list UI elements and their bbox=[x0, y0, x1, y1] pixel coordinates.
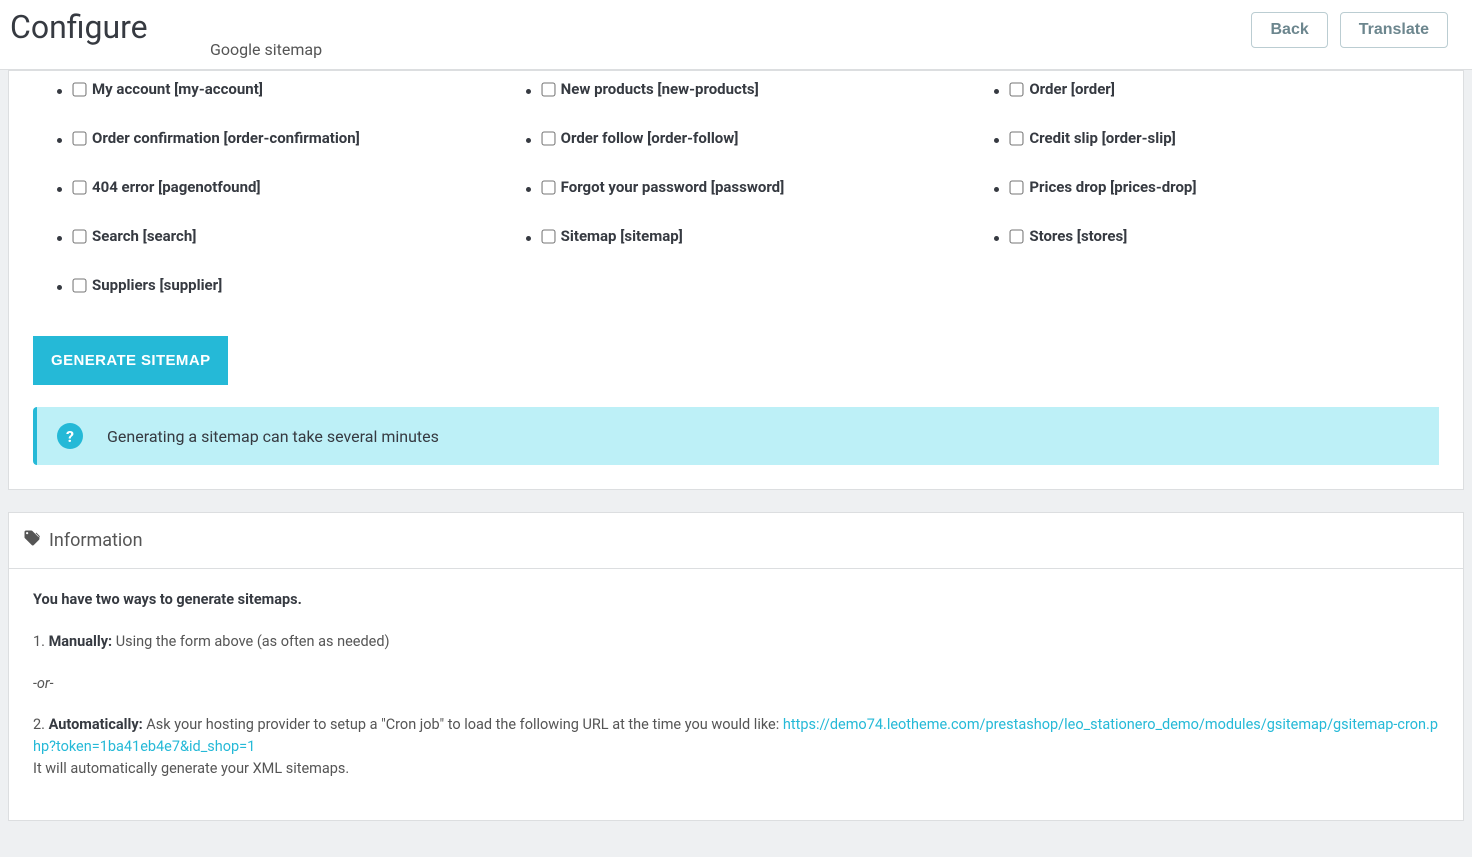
page-checkbox-text: Order confirmation [order-confirmation] bbox=[92, 128, 360, 149]
page-checkbox-stores[interactable] bbox=[1010, 229, 1024, 243]
page-item-pagenotfound: 404 error [pagenotfound] bbox=[73, 177, 502, 200]
page-checkbox-label[interactable]: 404 error [pagenotfound] bbox=[73, 177, 261, 198]
sitemap-panel: My account [my-account] New products [new… bbox=[8, 70, 1464, 490]
page-checkbox-order-confirmation[interactable] bbox=[72, 131, 86, 145]
page-checkbox-search[interactable] bbox=[72, 229, 86, 243]
page-checkbox-text: Search [search] bbox=[92, 226, 196, 247]
info-intro: You have two ways to generate sitemaps. bbox=[33, 591, 302, 608]
page-checkbox-text: Credit slip [order-slip] bbox=[1029, 128, 1175, 149]
page-checkbox-label[interactable]: Search [search] bbox=[73, 226, 196, 247]
page-header: Configure Google sitemap Back Translate bbox=[0, 0, 1472, 70]
page-checkbox-text: Stores [stores] bbox=[1029, 226, 1127, 247]
back-button[interactable]: Back bbox=[1251, 12, 1327, 48]
page-item-my-account: My account [my-account] bbox=[73, 79, 502, 102]
page-checkbox-order-follow[interactable] bbox=[541, 131, 555, 145]
page-item-password: Forgot your password [password] bbox=[542, 177, 971, 200]
page-checkbox-prices-drop[interactable] bbox=[1010, 180, 1024, 194]
page-item-sitemap: Sitemap [sitemap] bbox=[542, 226, 971, 249]
info-auto-line: 2. Automatically: Ask your hosting provi… bbox=[33, 714, 1439, 779]
alert-info: ? Generating a sitemap can take several … bbox=[33, 407, 1439, 465]
page-checkbox-label[interactable]: Forgot your password [password] bbox=[542, 177, 785, 198]
page-item-stores: Stores [stores] bbox=[1010, 226, 1439, 249]
page-checkbox-label[interactable]: Credit slip [order-slip] bbox=[1010, 128, 1175, 149]
page-checkbox-label[interactable]: My account [my-account] bbox=[73, 79, 263, 100]
information-panel: Information You have two ways to generat… bbox=[8, 512, 1464, 821]
page-item-order-slip: Credit slip [order-slip] bbox=[1010, 128, 1439, 151]
page-checkbox-label[interactable]: New products [new-products] bbox=[542, 79, 759, 100]
page-checkbox-new-products[interactable] bbox=[541, 82, 555, 96]
page-checkbox-label[interactable]: Prices drop [prices-drop] bbox=[1010, 177, 1196, 198]
page-checkbox-text: 404 error [pagenotfound] bbox=[92, 177, 261, 198]
question-icon: ? bbox=[57, 423, 83, 449]
page-checkbox-pagenotfound[interactable] bbox=[72, 180, 86, 194]
info-manually-line: 1. Manually: Using the form above (as of… bbox=[33, 631, 1439, 653]
page-item-order: Order [order] bbox=[1010, 79, 1439, 102]
pages-grid: My account [my-account] New products [new… bbox=[33, 71, 1439, 318]
information-heading: Information bbox=[49, 530, 143, 551]
page-item-supplier: Suppliers [supplier] bbox=[73, 275, 502, 298]
page-checkbox-my-account[interactable] bbox=[72, 82, 86, 96]
tags-icon bbox=[23, 529, 41, 552]
page-checkbox-text: Suppliers [supplier] bbox=[92, 275, 222, 296]
page-checkbox-order-slip[interactable] bbox=[1010, 131, 1024, 145]
page-checkbox-label[interactable]: Suppliers [supplier] bbox=[73, 275, 222, 296]
page-checkbox-text: Forgot your password [password] bbox=[561, 177, 785, 198]
page-checkbox-password[interactable] bbox=[541, 180, 555, 194]
page-checkbox-label[interactable]: Stores [stores] bbox=[1010, 226, 1127, 247]
page-checkbox-order[interactable] bbox=[1010, 82, 1024, 96]
info-or: -or- bbox=[33, 673, 1439, 695]
translate-button[interactable]: Translate bbox=[1340, 12, 1448, 48]
page-checkbox-text: Prices drop [prices-drop] bbox=[1029, 177, 1196, 198]
page-checkbox-text: Sitemap [sitemap] bbox=[561, 226, 683, 247]
page-checkbox-sitemap[interactable] bbox=[541, 229, 555, 243]
alert-text: Generating a sitemap can take several mi… bbox=[107, 427, 439, 446]
generate-sitemap-button[interactable]: GENERATE SITEMAP bbox=[33, 336, 228, 385]
page-item-order-follow: Order follow [order-follow] bbox=[542, 128, 971, 151]
page-checkbox-text: New products [new-products] bbox=[561, 79, 759, 100]
page-checkbox-supplier[interactable] bbox=[72, 278, 86, 292]
page-checkbox-label[interactable]: Order [order] bbox=[1010, 79, 1115, 100]
information-panel-header: Information bbox=[9, 513, 1463, 569]
page-subtitle: Google sitemap bbox=[210, 40, 1251, 59]
page-checkbox-text: Order [order] bbox=[1029, 79, 1115, 100]
page-checkbox-text: Order follow [order-follow] bbox=[561, 128, 739, 149]
page-checkbox-label[interactable]: Order confirmation [order-confirmation] bbox=[73, 128, 360, 149]
page-checkbox-label[interactable]: Sitemap [sitemap] bbox=[542, 226, 683, 247]
page-item-order-confirmation: Order confirmation [order-confirmation] bbox=[73, 128, 502, 151]
page-item-prices-drop: Prices drop [prices-drop] bbox=[1010, 177, 1439, 200]
info-auto-footer: It will automatically generate your XML … bbox=[33, 760, 349, 777]
page-checkbox-text: My account [my-account] bbox=[92, 79, 263, 100]
page-checkbox-label[interactable]: Order follow [order-follow] bbox=[542, 128, 739, 149]
page-item-new-products: New products [new-products] bbox=[542, 79, 971, 102]
page-item-search: Search [search] bbox=[73, 226, 502, 249]
